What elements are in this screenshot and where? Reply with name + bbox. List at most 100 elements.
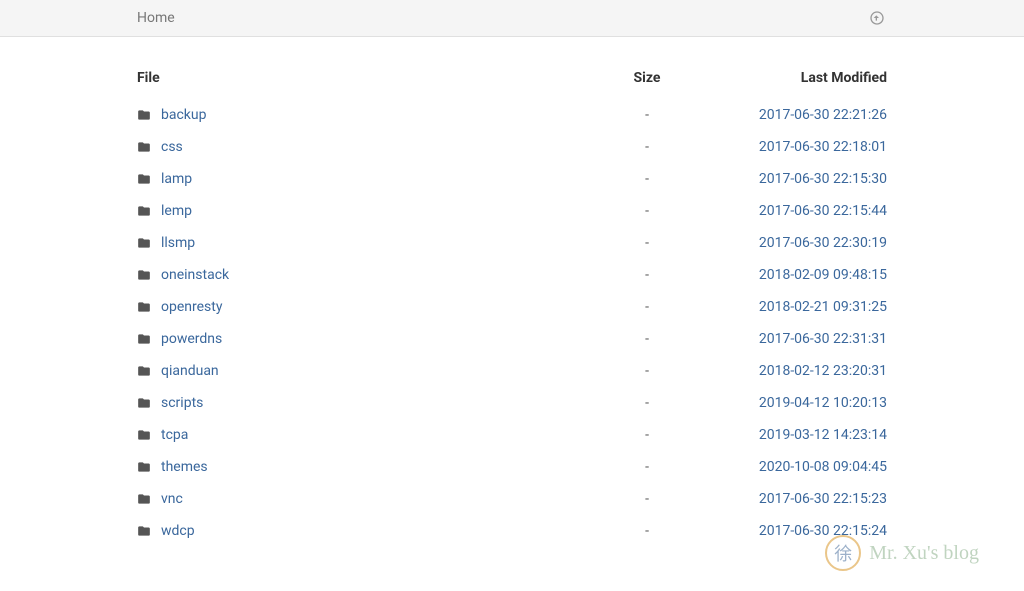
folder-icon — [137, 300, 151, 314]
table-row: oneinstack - 2018-02-09 09:48:15 — [137, 259, 887, 291]
file-cell: oneinstack — [137, 267, 607, 283]
modified-date: 2017-06-30 22:30:19 — [759, 235, 887, 251]
file-cell: themes — [137, 459, 607, 475]
file-listing: File Size Last Modified backup - 2017-06-3… — [127, 37, 897, 547]
topbar: Home — [0, 0, 1024, 37]
size-cell: - — [607, 203, 687, 219]
modified-cell: 2017-06-30 22:31:31 — [687, 331, 887, 347]
table-row: themes - 2020-10-08 09:04:45 — [137, 451, 887, 483]
table-row: lemp - 2017-06-30 22:15:44 — [137, 195, 887, 227]
file-link[interactable]: backup — [161, 107, 206, 123]
file-cell: wdcp — [137, 523, 607, 539]
modified-date: 2017-06-30 22:18:01 — [759, 139, 887, 155]
file-cell: tcpa — [137, 427, 607, 443]
file-link[interactable]: oneinstack — [161, 267, 229, 283]
modified-date: 2017-06-30 22:15:23 — [759, 491, 887, 507]
size-cell: - — [607, 139, 687, 155]
folder-icon — [137, 172, 151, 186]
table-row: qianduan-2018-02-12 23:20:31 — [137, 355, 887, 387]
modified-cell: 2019-04-12 10:20:13 — [687, 395, 887, 411]
modified-cell: 2018-02-21 09:31:25 — [687, 299, 887, 315]
folder-icon — [137, 236, 151, 250]
file-link[interactable]: qianduan — [161, 363, 219, 379]
file-cell: llsmp — [137, 235, 607, 251]
modified-date: 2018-02-09 09:48:15 — [759, 267, 887, 283]
file-cell: backup — [137, 107, 607, 123]
file-link[interactable]: css — [161, 139, 183, 155]
folder-icon — [137, 364, 151, 378]
folder-icon — [137, 524, 151, 538]
table-row: wdcp - 2017-06-30 22:15:24 — [137, 515, 887, 547]
modified-cell: 2017-06-30 22:15:44 — [687, 203, 887, 219]
size-cell: - — [607, 107, 687, 123]
modified-cell: 2017-06-30 22:15:23 — [687, 491, 887, 507]
size-cell: - — [607, 299, 687, 315]
table-row: tcpa -2019-03-12 14:23:14 — [137, 419, 887, 451]
file-link[interactable]: scripts — [161, 395, 203, 411]
file-link[interactable]: themes — [161, 459, 208, 475]
file-link[interactable]: vnc — [161, 491, 183, 507]
modified-date: 2019-04-12 10:20:13 — [759, 395, 887, 411]
file-cell: powerdns — [137, 331, 607, 347]
arrow-up-circle-icon — [869, 10, 885, 26]
modified-date: 2017-06-30 22:15:30 — [759, 171, 887, 187]
file-cell: lemp — [137, 203, 607, 219]
header-modified: Last Modified — [687, 70, 887, 86]
modified-cell: 2017-06-30 22:15:24 — [687, 523, 887, 539]
modified-date: 2018-02-12 23:20:31 — [759, 363, 887, 379]
table-row: vnc - 2017-06-30 22:15:23 — [137, 483, 887, 515]
table-row: scripts - 2019-04-12 10:20:13 — [137, 387, 887, 419]
file-link[interactable]: tcpa — [161, 427, 188, 443]
table-row: llsmp - 2017-06-30 22:30:19 — [137, 227, 887, 259]
table-row: css - 2017-06-30 22:18:01 — [137, 131, 887, 163]
size-cell: - — [607, 395, 687, 411]
folder-icon — [137, 204, 151, 218]
size-cell: - — [607, 267, 687, 283]
modified-date: 2018-02-21 09:31:25 — [759, 299, 887, 315]
table-row: backup - 2017-06-30 22:21:26 — [137, 99, 887, 131]
modified-cell: 2018-02-12 23:20:31 — [687, 363, 887, 379]
folder-icon — [137, 460, 151, 474]
size-cell: - — [607, 331, 687, 347]
breadcrumb-home[interactable]: Home — [137, 10, 175, 26]
size-cell: - — [607, 235, 687, 251]
file-cell: qianduan — [137, 363, 607, 379]
header-size: Size — [607, 70, 687, 86]
up-button[interactable] — [867, 8, 887, 28]
header-file: File — [137, 70, 607, 86]
size-cell: - — [607, 427, 687, 443]
modified-date: 2017-06-30 22:21:26 — [759, 107, 887, 123]
modified-cell: 2017-06-30 22:18:01 — [687, 139, 887, 155]
modified-cell: 2019-03-12 14:23:14 — [687, 427, 887, 443]
table-header: File Size Last Modified — [137, 62, 887, 99]
file-link[interactable]: openresty — [161, 299, 222, 315]
file-cell: lamp — [137, 171, 607, 187]
size-cell: - — [607, 459, 687, 475]
file-link[interactable]: powerdns — [161, 331, 222, 347]
table-row: powerdns - 2017-06-30 22:31:31 — [137, 323, 887, 355]
file-cell: openresty — [137, 299, 607, 315]
modified-date: 2017-06-30 22:15:44 — [759, 203, 887, 219]
file-cell: vnc — [137, 491, 607, 507]
file-link[interactable]: lemp — [161, 203, 192, 219]
modified-date: 2017-06-30 22:15:24 — [759, 523, 887, 539]
size-cell: - — [607, 171, 687, 187]
size-cell: - — [607, 491, 687, 507]
file-link[interactable]: llsmp — [161, 235, 195, 251]
modified-cell: 2017-06-30 22:21:26 — [687, 107, 887, 123]
modified-cell: 2018-02-09 09:48:15 — [687, 267, 887, 283]
file-link[interactable]: lamp — [161, 171, 192, 187]
modified-date: 2017-06-30 22:31:31 — [759, 331, 887, 347]
size-cell: - — [607, 523, 687, 539]
folder-icon — [137, 332, 151, 346]
modified-cell: 2017-06-30 22:30:19 — [687, 235, 887, 251]
folder-icon — [137, 396, 151, 410]
file-link[interactable]: wdcp — [161, 523, 195, 539]
folder-icon — [137, 428, 151, 442]
folder-icon — [137, 108, 151, 122]
file-cell: css — [137, 139, 607, 155]
modified-cell: 2020-10-08 09:04:45 — [687, 459, 887, 475]
folder-icon — [137, 492, 151, 506]
modified-date: 2020-10-08 09:04:45 — [759, 459, 887, 475]
folder-icon — [137, 268, 151, 282]
